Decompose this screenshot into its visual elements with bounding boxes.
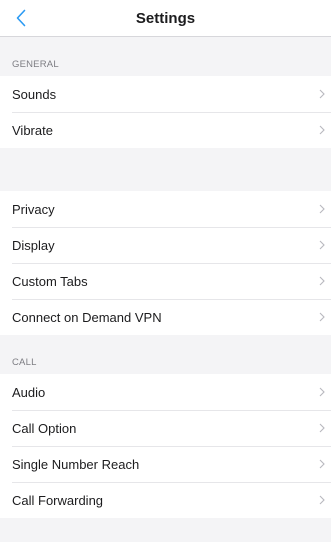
section-header-call: CALL bbox=[12, 357, 37, 368]
settings-row-label: Call Option bbox=[12, 420, 77, 436]
section-header-general: GENERAL bbox=[12, 59, 59, 70]
settings-row-label: Audio bbox=[12, 384, 46, 400]
chevron-right-icon bbox=[319, 89, 325, 99]
chevron-right-icon bbox=[319, 495, 325, 505]
settings-row-label: Privacy bbox=[12, 201, 55, 217]
settings-row-label: Call Forwarding bbox=[12, 492, 104, 508]
chevron-right-icon bbox=[319, 204, 325, 214]
settings-row-display[interactable]: Display bbox=[0, 227, 331, 263]
settings-row-label: Display bbox=[12, 237, 55, 253]
chevron-right-icon bbox=[319, 240, 325, 250]
settings-row-custom-tabs[interactable]: Custom Tabs bbox=[0, 263, 331, 299]
settings-group-general: Sounds Vibrate bbox=[0, 76, 331, 148]
settings-row-audio[interactable]: Audio bbox=[0, 374, 331, 410]
settings-group-misc: Privacy Display Custom Tabs Connect on D… bbox=[0, 191, 331, 335]
settings-group-call: Audio Call Option Single Number Reach Ca… bbox=[0, 374, 331, 518]
bottom-spacer bbox=[0, 518, 331, 524]
navigation-bar: Settings bbox=[0, 0, 331, 37]
settings-row-label: Single Number Reach bbox=[12, 456, 140, 472]
chevron-right-icon bbox=[319, 459, 325, 469]
settings-row-connect-on-demand-vpn[interactable]: Connect on Demand VPN bbox=[0, 299, 331, 335]
settings-row-call-option[interactable]: Call Option bbox=[0, 410, 331, 446]
settings-row-single-number-reach[interactable]: Single Number Reach bbox=[0, 446, 331, 482]
settings-row-vibrate[interactable]: Vibrate bbox=[0, 112, 331, 148]
chevron-left-icon bbox=[16, 9, 26, 27]
chevron-right-icon bbox=[319, 387, 325, 397]
page-title: Settings bbox=[135, 9, 196, 27]
chevron-right-icon bbox=[319, 125, 325, 135]
settings-row-label: Custom Tabs bbox=[12, 273, 88, 289]
settings-row-sounds[interactable]: Sounds bbox=[0, 76, 331, 112]
chevron-right-icon bbox=[319, 312, 325, 322]
chevron-right-icon bbox=[319, 423, 325, 433]
settings-row-label: Sounds bbox=[12, 86, 57, 102]
settings-row-label: Connect on Demand VPN bbox=[12, 309, 162, 325]
settings-row-privacy[interactable]: Privacy bbox=[0, 191, 331, 227]
settings-row-label: Vibrate bbox=[12, 122, 53, 138]
chevron-right-icon bbox=[319, 276, 325, 286]
back-button[interactable] bbox=[11, 7, 31, 29]
settings-row-call-forwarding[interactable]: Call Forwarding bbox=[0, 482, 331, 518]
